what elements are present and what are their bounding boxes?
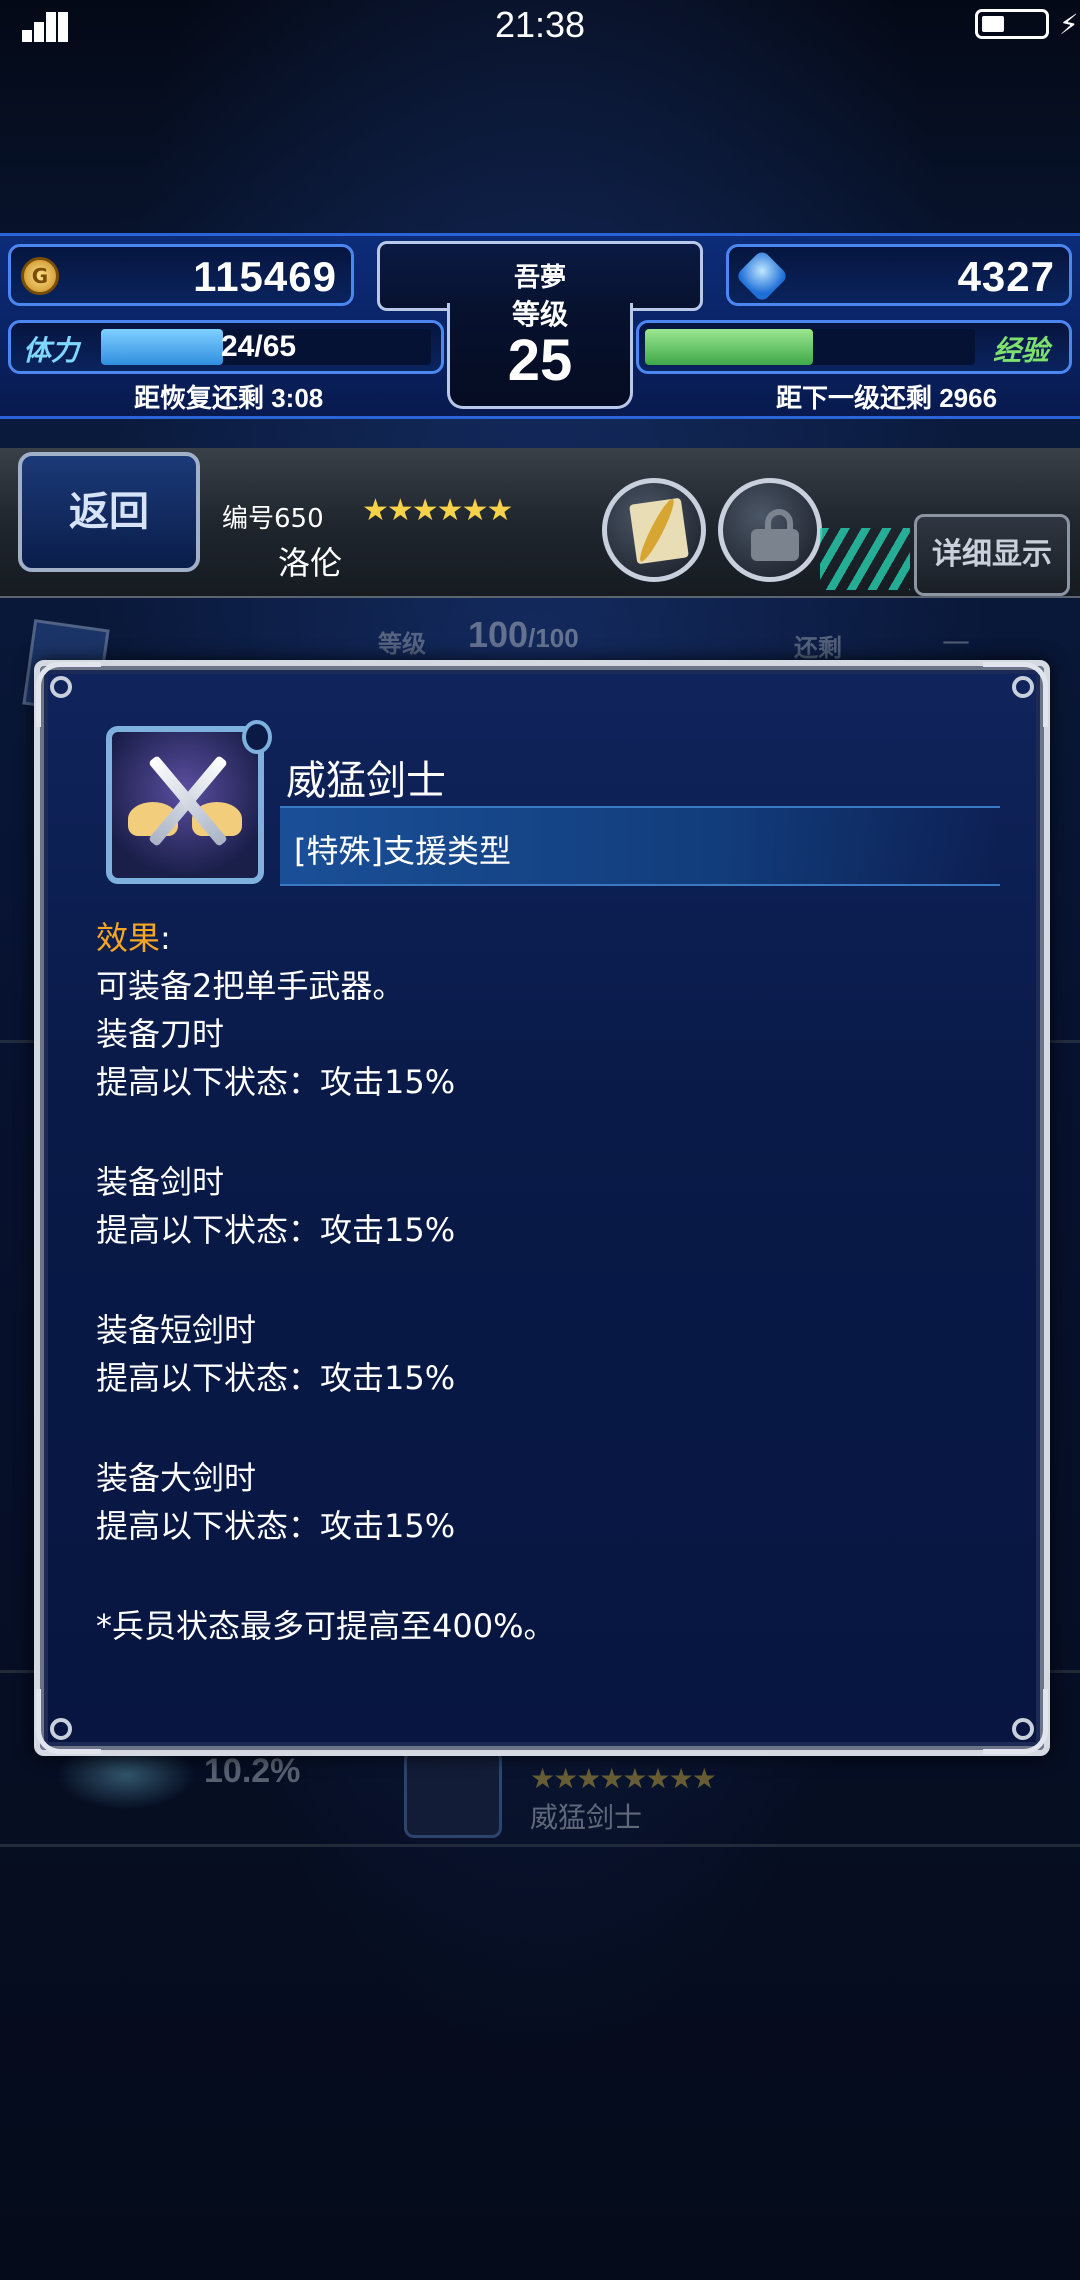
description-line: 提高以下状态：攻击15% <box>96 1211 456 1249</box>
unlock-icon <box>751 509 799 561</box>
description-footnote: *兵员状态最多可提高至400%。 <box>96 1607 556 1645</box>
bg-ability-icon[interactable] <box>404 1750 502 1838</box>
description-line: 装备剑时 <box>96 1163 225 1201</box>
divider <box>0 1844 1080 1847</box>
effect-heading: 效果: <box>96 914 996 962</box>
ornament-corner <box>36 1684 106 1754</box>
player-level-plate: 吾夢 等级 25 <box>357 233 723 411</box>
player-level: 25 <box>507 328 573 393</box>
gem-counter: 4327 <box>726 244 1072 306</box>
bg-ability-stars: ★★★★★★★★ <box>530 1762 717 1795</box>
status-bar: 21:38 ⚡ <box>0 0 1080 60</box>
unit-number: 编号650 <box>222 504 324 534</box>
description-line: 装备短剑时 <box>96 1311 257 1349</box>
detail-display-button[interactable]: 详细显示 <box>914 514 1070 596</box>
ability-detail-modal[interactable]: 威猛剑士 [特殊]支援类型 效果: 可装备2把单手武器。 装备刀时 提高以下状态… <box>34 660 1050 1756</box>
decorative-stripes <box>820 528 910 590</box>
dual-swords-icon <box>106 720 272 884</box>
effect-colon: : <box>160 919 171 957</box>
description-line: 装备刀时 <box>96 1015 225 1053</box>
ornament-corner <box>978 662 1048 732</box>
description-line: 提高以下状态：攻击15% <box>96 1063 456 1101</box>
description-line: 提高以下状态：攻击15% <box>96 1507 456 1545</box>
stamina-label: 体力 <box>23 334 80 367</box>
back-button[interactable]: 返回 <box>18 452 200 572</box>
bg-level-value: 100/100 <box>468 614 579 656</box>
description-spacer <box>96 1550 996 1602</box>
unit-rarity-stars: ★★★★★★ <box>362 493 513 528</box>
effect-label: 效果 <box>96 919 161 957</box>
battery-icon <box>975 9 1049 39</box>
quill-book-icon <box>629 496 689 565</box>
charging-icon: ⚡ <box>1059 8 1079 41</box>
bg-ability-name: 威猛剑士 <box>530 1801 643 1834</box>
ornament-corner <box>36 662 106 732</box>
gem-value: 4327 <box>957 253 1055 300</box>
exp-remain-text: 距下一级还剩 2966 <box>776 383 998 413</box>
bg-remain-label: 还剩 <box>794 634 842 662</box>
ability-type-band: [特殊]支援类型 <box>280 806 1000 886</box>
description-spacer <box>96 1402 996 1454</box>
stamina-recover-text: 距恢复还剩 3:08 <box>134 383 324 413</box>
description-spacer <box>96 1106 996 1158</box>
description-line: 装备大剑时 <box>96 1459 257 1497</box>
ornament-corner <box>978 1684 1048 1754</box>
ability-type: [特殊]支援类型 <box>294 832 511 870</box>
lapis-gem-icon <box>735 249 789 303</box>
player-name: 吾夢 <box>513 263 566 293</box>
gil-counter: G 115469 <box>8 244 354 306</box>
status-time: 21:38 <box>494 4 586 45</box>
bg-level-max: /100 <box>528 623 579 653</box>
lock-toggle-button[interactable] <box>718 478 822 582</box>
exp-label: 经验 <box>993 334 1050 367</box>
ability-description: 效果: 可装备2把单手武器。 装备刀时 提高以下状态：攻击15% 装备剑时 提高… <box>96 914 996 1650</box>
gil-value: 115469 <box>193 253 337 300</box>
gil-coin-icon: G <box>21 257 59 295</box>
unit-name: 洛伦 <box>278 544 343 582</box>
bg-level-label: 等级 <box>378 630 426 658</box>
description-line: 可装备2把单手武器。 <box>96 967 405 1005</box>
description-line: 提高以下状态：攻击15% <box>96 1359 456 1397</box>
profile-button[interactable] <box>602 478 706 582</box>
badge-icon <box>242 720 272 754</box>
bg-remain-value: — <box>942 624 970 657</box>
bg-level-current: 100 <box>468 614 529 655</box>
description-spacer <box>96 1254 996 1306</box>
bg-percent: 10.2% <box>204 1752 301 1790</box>
ability-title: 威猛剑士 <box>286 758 446 804</box>
